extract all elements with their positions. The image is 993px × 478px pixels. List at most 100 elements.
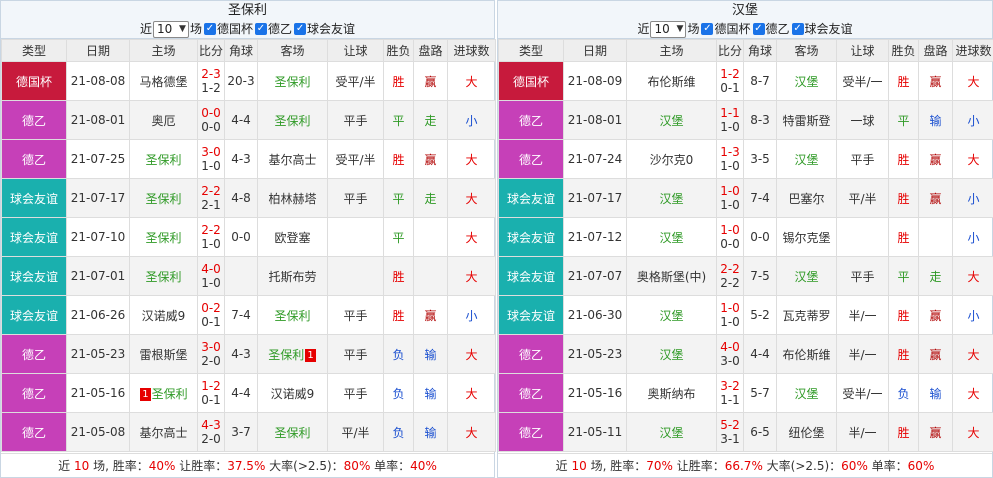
home-team[interactable]: 汉堡 <box>626 412 717 452</box>
away-team[interactable]: 汉诺威9 <box>257 373 328 413</box>
away-team[interactable]: 汉堡 <box>776 373 837 413</box>
match-type[interactable]: 德乙 <box>498 412 564 452</box>
unit-label: 场 <box>189 22 202 36</box>
home-team-name: 布伦斯维 <box>647 74 696 89</box>
full-time-score: 1-0 <box>720 301 740 315</box>
away-team[interactable]: 汉堡 <box>776 139 837 179</box>
checkbox-league[interactable]: ✓ <box>255 22 267 35</box>
match-type[interactable]: 德乙 <box>1 100 67 140</box>
match-type[interactable]: 球会友谊 <box>498 295 564 335</box>
home-team[interactable]: 汉堡 <box>626 295 717 335</box>
handicap: 平手 <box>327 334 384 374</box>
match-type[interactable]: 球会友谊 <box>1 256 67 296</box>
away-team[interactable]: 圣保利 <box>257 295 328 335</box>
away-team-name: 圣保利 <box>274 113 311 128</box>
home-team[interactable]: 汉堡 <box>626 100 717 140</box>
home-team[interactable]: 1 圣保利 <box>129 373 198 413</box>
home-team-name: 基尔高士 <box>139 425 188 440</box>
home-team[interactable]: 沙尔克0 <box>626 139 717 179</box>
match-type[interactable]: 球会友谊 <box>498 178 564 218</box>
away-team[interactable]: 锡尔克堡 <box>776 217 837 257</box>
match-type[interactable]: 德乙 <box>498 334 564 374</box>
score-cell: 1-0 1-0 <box>716 178 744 218</box>
away-team[interactable]: 圣保利 1 <box>257 334 328 374</box>
result: 平 <box>383 217 414 257</box>
match-type[interactable]: 德乙 <box>1 373 67 413</box>
checkbox-friendly[interactable]: ✓ <box>791 22 804 35</box>
away-team[interactable]: 柏林赫塔 <box>257 178 328 218</box>
table-row: 球会友谊 21-07-10 圣保利 2-2 1-0 0-0 欧登塞 平大 <box>1 217 496 257</box>
match-type[interactable]: 德国杯 <box>498 61 564 101</box>
away-team[interactable]: 瓦克蒂罗 <box>776 295 837 335</box>
away-team[interactable]: 圣保利 <box>257 412 328 452</box>
checkbox-league[interactable]: ✓ <box>752 22 765 35</box>
match-date: 21-05-08 <box>66 412 130 452</box>
checkbox-cup[interactable]: ✓ <box>701 22 714 35</box>
home-team[interactable]: 基尔高士 <box>129 412 198 452</box>
score-cell: 1-0 0-0 <box>716 217 744 257</box>
match-type[interactable]: 德乙 <box>1 334 67 374</box>
match-type[interactable]: 球会友谊 <box>1 217 67 257</box>
away-team-name: 特雷斯登 <box>782 113 831 128</box>
away-team[interactable]: 布伦斯维 <box>776 334 837 374</box>
match-type[interactable]: 德乙 <box>498 100 564 140</box>
odd-rate: 60% <box>907 459 935 473</box>
match-count-select[interactable]: 10 ▼ <box>152 21 189 38</box>
match-date: 21-07-25 <box>66 139 130 179</box>
away-team[interactable]: 圣保利 <box>257 100 328 140</box>
score-cell: 1-0 1-0 <box>716 295 744 335</box>
match-type[interactable]: 德乙 <box>498 373 564 413</box>
half-time-score: 1-0 <box>720 315 740 329</box>
away-team[interactable]: 汉堡 <box>776 256 837 296</box>
away-team[interactable]: 欧登塞 <box>257 217 328 257</box>
handicap-result <box>413 256 448 296</box>
away-team[interactable]: 汉堡 <box>776 61 837 101</box>
home-team-name: 圣保利 <box>151 386 188 401</box>
home-team[interactable]: 汉堡 <box>626 334 717 374</box>
match-type[interactable]: 德乙 <box>498 139 564 179</box>
match-type[interactable]: 球会友谊 <box>498 217 564 257</box>
away-team[interactable]: 托斯布劳 <box>257 256 328 296</box>
away-team[interactable]: 巴塞尔 <box>776 178 837 218</box>
home-team[interactable]: 圣保利 <box>129 256 198 296</box>
match-type[interactable]: 球会友谊 <box>498 256 564 296</box>
home-team[interactable]: 马格德堡 <box>129 61 198 101</box>
corners: 5-2 <box>743 295 777 335</box>
half-time-score: 2-2 <box>720 276 740 290</box>
away-team[interactable]: 特雷斯登 <box>776 100 837 140</box>
corners: 4-4 <box>743 334 777 374</box>
home-team[interactable]: 雷根斯堡 <box>129 334 198 374</box>
away-team[interactable]: 圣保利 <box>257 61 328 101</box>
full-time-score: 0-2 <box>201 301 221 315</box>
away-team[interactable]: 纽伦堡 <box>776 412 837 452</box>
match-type[interactable]: 球会友谊 <box>1 295 67 335</box>
home-team[interactable]: 奥格斯堡(中) <box>626 256 717 296</box>
home-team[interactable]: 奥斯纳布 <box>626 373 717 413</box>
match-count-select[interactable]: 10 ▼ <box>650 21 687 38</box>
home-team[interactable]: 圣保利 <box>129 178 198 218</box>
match-type[interactable]: 德国杯 <box>1 61 67 101</box>
corners: 4-8 <box>224 178 258 218</box>
checkbox-cup-label: 德国杯 <box>216 22 253 36</box>
home-team[interactable]: 奥厄 <box>129 100 198 140</box>
home-team[interactable]: 布伦斯维 <box>626 61 717 101</box>
checkbox-cup[interactable]: ✓ <box>203 22 216 35</box>
column-header: 主场 <box>129 39 198 62</box>
home-team[interactable]: 汉堡 <box>626 217 717 257</box>
away-team-name: 汉堡 <box>794 386 819 401</box>
match-type[interactable]: 德乙 <box>1 139 67 179</box>
team-panel-right: 汉堡 近 10 ▼ 场 ✓ 德国杯 ✓ 德乙 ✓ 球会友谊 类型 日期 主场 比分 角球 客场 让球 胜负 盘路进… <box>497 0 993 478</box>
match-type[interactable]: 球会友谊 <box>1 178 67 218</box>
corners: 6-5 <box>743 412 777 452</box>
home-team[interactable]: 汉诺威9 <box>129 295 198 335</box>
column-header: 进球数 <box>447 39 496 62</box>
home-team[interactable]: 圣保利 <box>129 139 198 179</box>
goals-result: 大 <box>447 373 496 413</box>
home-team[interactable]: 圣保利 <box>129 217 198 257</box>
score-cell: 4-0 3-0 <box>716 334 744 374</box>
match-date: 21-05-23 <box>66 334 130 374</box>
home-team[interactable]: 汉堡 <box>626 178 717 218</box>
checkbox-friendly[interactable]: ✓ <box>294 22 307 35</box>
match-type[interactable]: 德乙 <box>1 412 67 452</box>
away-team[interactable]: 基尔高士 <box>257 139 328 179</box>
